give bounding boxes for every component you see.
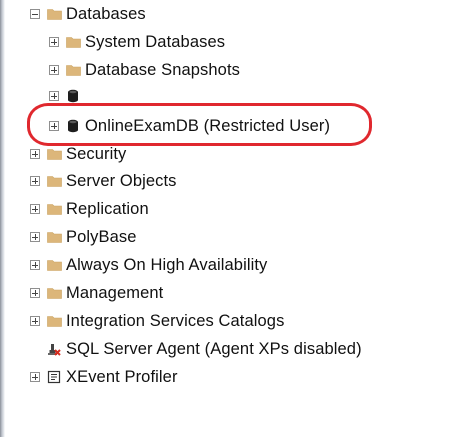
expand-toggle-icon[interactable] <box>30 288 40 298</box>
sql-agent-disabled-icon <box>46 342 62 356</box>
tree-node-system-databases[interactable]: System Databases <box>49 30 225 54</box>
tree-node-label: Management <box>66 283 164 302</box>
tree-node-label: PolyBase <box>66 227 137 246</box>
folder-icon <box>65 35 81 49</box>
folder-icon <box>46 202 62 216</box>
expand-toggle-icon[interactable] <box>30 372 40 382</box>
tree-node-database-unnamed[interactable] <box>49 84 85 108</box>
tree-node-database-snapshots[interactable]: Database Snapshots <box>49 58 240 82</box>
expand-toggle-icon[interactable] <box>49 65 59 75</box>
folder-icon <box>46 174 62 188</box>
database-icon <box>65 89 81 103</box>
tree-node-replication[interactable]: Replication <box>30 197 149 221</box>
expand-toggle-icon[interactable] <box>30 176 40 186</box>
folder-icon <box>65 63 81 77</box>
expand-toggle-icon[interactable] <box>49 121 59 131</box>
tree-node-label: Integration Services Catalogs <box>66 311 285 330</box>
expand-toggle-icon[interactable] <box>30 260 40 270</box>
folder-icon <box>46 147 62 161</box>
folder-icon <box>46 7 62 21</box>
folder-icon <box>46 314 62 328</box>
expand-toggle-icon[interactable] <box>49 91 59 101</box>
folder-icon <box>46 230 62 244</box>
database-icon <box>65 119 81 133</box>
tree-node-always-on-high-availability[interactable]: Always On High Availability <box>30 253 267 277</box>
expand-toggle-icon[interactable] <box>49 37 59 47</box>
tree-node-label: Database Snapshots <box>85 60 240 79</box>
expand-toggle-icon[interactable] <box>30 149 40 159</box>
tree-node-label: Databases <box>66 4 146 23</box>
tree-node-label: Security <box>66 144 127 163</box>
expand-toggle-icon[interactable] <box>30 204 40 214</box>
tree-node-label: OnlineExamDB (Restricted User) <box>85 116 331 135</box>
folder-icon <box>46 286 62 300</box>
tree-node-xevent-profiler[interactable]: XEvent Profiler <box>30 365 178 389</box>
tree-node-management[interactable]: Management <box>30 281 163 305</box>
tree-node-label: Always On High Availability <box>66 255 268 274</box>
tree-node-onlineexamdb[interactable]: OnlineExamDB (Restricted User) <box>49 114 330 138</box>
tree-node-polybase[interactable]: PolyBase <box>30 225 137 249</box>
folder-icon <box>46 258 62 272</box>
tree-node-label: Replication <box>66 199 149 218</box>
expand-toggle-icon[interactable] <box>30 232 40 242</box>
tree-node-label: XEvent Profiler <box>66 367 178 386</box>
tree-node-sql-server-agent[interactable]: SQL Server Agent (Agent XPs disabled) <box>46 337 362 361</box>
tree-node-security[interactable]: Security <box>30 142 126 166</box>
tree-node-label: Server Objects <box>66 171 177 190</box>
tree-node-server-objects[interactable]: Server Objects <box>30 169 177 193</box>
tree-node-label: SQL Server Agent (Agent XPs disabled) <box>66 339 362 358</box>
object-explorer-tree: Databases System Databases Database Snap… <box>0 0 471 437</box>
collapse-toggle-icon[interactable] <box>30 9 40 19</box>
tree-node-databases[interactable]: Databases <box>30 2 146 26</box>
xevent-profiler-icon <box>46 370 62 384</box>
expand-toggle-icon[interactable] <box>30 316 40 326</box>
tree-node-label: System Databases <box>85 32 226 51</box>
tree-node-integration-services-catalogs[interactable]: Integration Services Catalogs <box>30 309 284 333</box>
